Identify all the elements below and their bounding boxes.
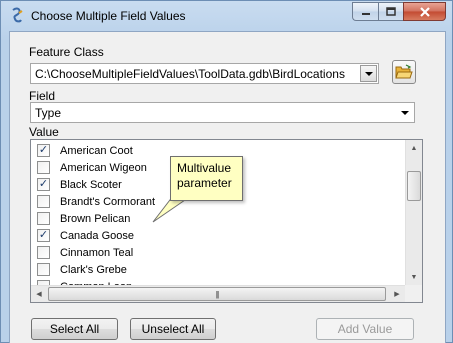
list-item-label: American Coot: [60, 144, 133, 157]
list-item[interactable]: Brown Pelican: [31, 210, 396, 227]
maximize-icon: [386, 7, 396, 16]
scroll-down-arrow-icon[interactable]: ▼: [406, 269, 422, 285]
field-dropdown-button[interactable]: [396, 104, 413, 121]
vertical-scrollbar[interactable]: ▲ ▼: [405, 140, 422, 285]
checkbox[interactable]: ✓: [37, 144, 50, 157]
scroll-up-arrow-icon[interactable]: ▲: [406, 140, 422, 156]
callout-line-1: Multivalue: [177, 161, 232, 175]
vertical-scroll-thumb[interactable]: [407, 171, 421, 201]
horizontal-scrollbar[interactable]: ◀ ||| ▶: [31, 285, 405, 302]
list-item[interactable]: Clark's Grebe: [31, 261, 396, 278]
unselect-all-button[interactable]: Unselect All: [130, 318, 216, 340]
checkmark-icon: ✓: [38, 144, 49, 156]
scroll-right-arrow-icon[interactable]: ▶: [389, 286, 405, 302]
open-folder-icon: [395, 64, 413, 79]
list-item[interactable]: ✓ Canada Goose: [31, 227, 396, 244]
checkbox[interactable]: [37, 246, 50, 259]
feature-class-dropdown-button[interactable]: [360, 65, 377, 82]
feature-class-combo[interactable]: C:\ChooseMultipleFieldValues\ToolData.gd…: [30, 63, 379, 84]
multivalue-callout: Multivalue parameter: [170, 156, 243, 201]
scrollbar-corner: [405, 285, 422, 302]
list-item[interactable]: Cinnamon Teal: [31, 244, 396, 261]
checkbox[interactable]: [37, 212, 50, 225]
checkmark-icon: ✓: [38, 229, 49, 241]
title-bar[interactable]: Choose Multiple Field Values: [1, 1, 452, 31]
list-item-label: Clark's Grebe: [60, 263, 127, 276]
chevron-down-icon: [364, 71, 373, 76]
minimize-button[interactable]: [352, 2, 378, 21]
select-all-button[interactable]: Select All: [31, 318, 118, 340]
checkbox[interactable]: ✓: [37, 178, 50, 191]
checkbox[interactable]: [37, 195, 50, 208]
list-item-label: Cinnamon Teal: [60, 246, 134, 259]
field-label: Field: [29, 89, 56, 103]
add-value-button[interactable]: Add Value: [316, 318, 414, 340]
chevron-down-icon: [400, 110, 409, 115]
checkmark-icon: ✓: [38, 178, 49, 190]
feature-class-label: Feature Class: [29, 45, 104, 59]
python-script-icon: [12, 7, 23, 23]
list-item-label: Brandt's Cormorant: [60, 195, 156, 208]
field-combo[interactable]: Type: [30, 102, 415, 123]
callout-line-2: parameter: [177, 176, 232, 190]
dialog-window: Choose Multiple Field Values Feature Cla…: [0, 0, 453, 343]
list-item-label: American Wigeon: [60, 161, 147, 174]
feature-class-value: C:\ChooseMultipleFieldValues\ToolData.gd…: [35, 67, 345, 81]
minimize-icon: [361, 12, 370, 15]
close-icon: [419, 6, 430, 17]
browse-button[interactable]: [392, 60, 416, 84]
field-value: Type: [35, 106, 62, 120]
horizontal-scroll-thumb[interactable]: |||: [48, 287, 386, 301]
maximize-button[interactable]: [378, 2, 403, 21]
scroll-left-arrow-icon[interactable]: ◀: [31, 286, 47, 302]
checkbox[interactable]: [37, 263, 50, 276]
list-item-label: Brown Pelican: [60, 212, 131, 225]
value-label: Value: [29, 125, 59, 139]
window-title: Choose Multiple Field Values: [31, 9, 186, 23]
checkbox[interactable]: [37, 161, 50, 174]
list-item-label: Black Scoter: [60, 178, 122, 191]
list-item-label: Canada Goose: [60, 229, 134, 242]
checkbox[interactable]: ✓: [37, 229, 50, 242]
close-button[interactable]: [403, 2, 446, 21]
